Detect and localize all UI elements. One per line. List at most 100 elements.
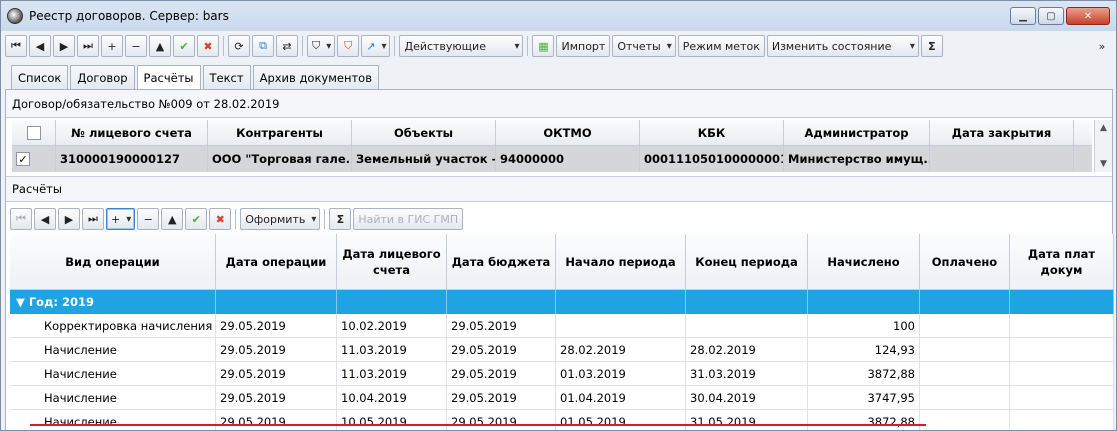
cell-account-date: 10.02.2019 xyxy=(337,314,447,337)
col-account[interactable]: № лицевого счета xyxy=(56,120,208,145)
delete-button[interactable]: − xyxy=(137,208,160,230)
col-counterparty[interactable]: Контрагенты xyxy=(208,120,352,145)
col-close-date[interactable]: Дата закрытия xyxy=(930,120,1074,145)
tab-list[interactable]: Список xyxy=(11,65,69,89)
status-filter-select[interactable]: Действующие xyxy=(399,35,524,57)
cell-budget-date: 29.05.2019 xyxy=(447,314,556,337)
change-state-select[interactable]: Изменить состояние xyxy=(766,35,919,57)
cell-paid xyxy=(920,362,1010,385)
collapse-icon[interactable]: ▼ xyxy=(16,295,29,309)
cell-budget-date: 29.05.2019 xyxy=(447,362,556,385)
import-button[interactable]: Импорт xyxy=(556,35,611,57)
cell-paid xyxy=(920,314,1010,337)
clear-filter-icon[interactable]: ⛉ xyxy=(337,35,360,57)
col-operation-date[interactable]: Дата операции xyxy=(216,234,337,289)
next-record-button[interactable]: ▶ xyxy=(53,35,75,57)
tab-bar: Список Договор Расчёты Текст Архив докум… xyxy=(11,65,379,90)
tab-archive[interactable]: Архив документов xyxy=(252,65,379,89)
marks-mode-button[interactable]: Режим меток xyxy=(677,35,765,57)
col-kbk[interactable]: КБК xyxy=(640,120,784,145)
tab-text[interactable]: Текст xyxy=(202,65,251,89)
select-all-checkbox-cell[interactable] xyxy=(12,120,56,145)
delete-button[interactable]: − xyxy=(125,35,147,57)
col-account-date[interactable]: Дата лицевого счета xyxy=(337,234,447,289)
last-record-button[interactable]: ⏭ xyxy=(77,35,99,57)
calculations-section-title: Расчёты xyxy=(6,176,1112,202)
prev-record-button[interactable]: ◀ xyxy=(34,208,56,230)
cancel-icon[interactable]: ✖ xyxy=(209,208,232,230)
excel-icon[interactable]: ▦ xyxy=(532,35,555,57)
col-oktmo[interactable]: ОКТМО xyxy=(496,120,640,145)
tab-calculations[interactable]: Расчёты xyxy=(136,65,201,90)
separator xyxy=(527,36,529,56)
col-object[interactable]: Объекты xyxy=(352,120,496,145)
sync-icon[interactable]: ⇄ xyxy=(276,35,298,57)
col-operation-type[interactable]: Вид операции xyxy=(10,234,216,289)
col-admin[interactable]: Администратор xyxy=(784,120,930,145)
reports-menu[interactable]: Отчеты xyxy=(612,35,676,57)
table-row[interactable]: Начисление 29.05.2019 10.05.2019 29.05.2019… xyxy=(10,410,1114,430)
cell-budget-date: 29.05.2019 xyxy=(447,338,556,361)
refresh-icon[interactable]: ⟳ xyxy=(228,35,250,57)
contract-grid-header: № лицевого счета Контрагенты Объекты ОКТ… xyxy=(12,120,1092,146)
contract-header: Договор/обязательство №009 от 28.02.2019 xyxy=(6,90,1112,118)
col-accrued[interactable]: Начислено xyxy=(808,234,920,289)
cell-accrued: 124,93 xyxy=(808,338,920,361)
cell-kbk: 000111050100000001... xyxy=(640,146,784,172)
select-all-checkbox[interactable] xyxy=(26,125,41,140)
cell-period-end: 31.03.2019 xyxy=(686,362,808,385)
next-record-button[interactable]: ▶ xyxy=(58,208,80,230)
col-period-start[interactable]: Начало периода xyxy=(556,234,686,289)
confirm-icon[interactable]: ✔ xyxy=(173,35,195,57)
table-row[interactable]: Начисление 29.05.2019 11.03.2019 29.05.2019… xyxy=(10,362,1114,386)
last-record-button[interactable]: ⏭ xyxy=(82,208,104,230)
col-paid[interactable]: Оплачено xyxy=(920,234,1010,289)
row-checkbox[interactable]: ✓ xyxy=(16,152,30,166)
cell-operation-date: 29.05.2019 xyxy=(216,362,337,385)
find-gis-button[interactable]: Найти в ГИС ГМП xyxy=(353,208,464,230)
sum-button[interactable]: Σ xyxy=(920,35,943,57)
tab-contract[interactable]: Договор xyxy=(70,65,135,89)
format-menu[interactable]: Оформить xyxy=(240,208,321,230)
up-button[interactable]: ▲ xyxy=(161,208,184,230)
navigate-icon[interactable]: ↗ xyxy=(361,35,391,57)
row-checkbox-cell[interactable]: ✓ xyxy=(12,146,56,172)
sum-button[interactable]: Σ xyxy=(329,208,352,230)
cancel-icon[interactable]: ✖ xyxy=(197,35,219,57)
col-period-end[interactable]: Конец периода xyxy=(686,234,808,289)
scroll-down-icon[interactable]: ▼ xyxy=(1100,159,1107,169)
close-button[interactable]: ✕ xyxy=(1066,7,1110,25)
cell-period-start xyxy=(556,314,686,337)
first-record-button[interactable]: ⏮ xyxy=(10,208,32,230)
cell-payment-doc-date xyxy=(1010,362,1114,385)
table-row[interactable]: Начисление 29.05.2019 11.03.2019 29.05.2019… xyxy=(10,338,1114,362)
contract-grid-scrollbar[interactable]: ▲ ▼ xyxy=(1094,120,1112,172)
filter-icon[interactable]: ⛉ xyxy=(307,35,336,57)
first-record-button[interactable]: ⏮ xyxy=(5,35,27,57)
col-budget-date[interactable]: Дата бюджета xyxy=(447,234,556,289)
cell-operation-type: Начисление xyxy=(10,410,216,430)
minimize-button[interactable]: ▁ xyxy=(1010,7,1036,25)
separator xyxy=(394,36,396,56)
cell-period-end: 28.02.2019 xyxy=(686,338,808,361)
col-payment-doc-date[interactable]: Дата плат докум xyxy=(1010,234,1114,289)
contract-row[interactable]: ✓ 310000190000127 ООО "Торговая гале... … xyxy=(12,146,1092,172)
separator xyxy=(324,209,326,229)
more-button[interactable]: » xyxy=(1091,35,1113,57)
cell-operation-type: Начисление xyxy=(10,386,216,409)
cell-admin: Министерство имущ... xyxy=(784,146,930,172)
calculations-grid: Вид операции Дата операции Дата лицевого… xyxy=(10,234,1114,430)
group-row-year[interactable]: ▼ Год: 2019 xyxy=(10,290,1114,314)
prev-record-button[interactable]: ◀ xyxy=(29,35,51,57)
up-button[interactable]: ▲ xyxy=(149,35,171,57)
cell-period-end: 31.05.2019 xyxy=(686,410,808,430)
scroll-up-icon[interactable]: ▲ xyxy=(1100,123,1107,133)
maximize-button[interactable]: ▢ xyxy=(1038,7,1064,25)
confirm-icon[interactable]: ✔ xyxy=(185,208,208,230)
copy-icon[interactable]: ⧉ xyxy=(252,35,274,57)
add-menu-button[interactable]: + xyxy=(106,208,136,230)
cell-period-end: 30.04.2019 xyxy=(686,386,808,409)
add-button[interactable]: + xyxy=(101,35,123,57)
table-row[interactable]: Корректировка начисления 29.05.2019 10.02.… xyxy=(10,314,1114,338)
table-row[interactable]: Начисление 29.05.2019 10.04.2019 29.05.2019… xyxy=(10,386,1114,410)
